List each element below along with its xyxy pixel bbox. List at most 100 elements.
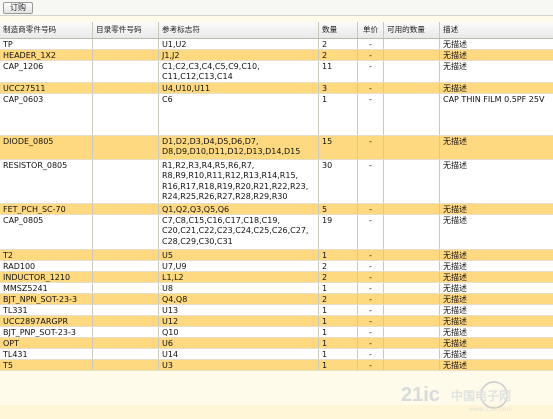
- cell-quantity: 1: [319, 305, 358, 315]
- column-header-quantity[interactable]: 数量: [319, 22, 358, 38]
- toolbar: 订购: [0, 0, 553, 16]
- cell-unit-price: -: [358, 305, 384, 315]
- cell-mfr-part: TL331: [0, 305, 93, 315]
- cell-catalog-part: [93, 272, 159, 282]
- cell-mfr-part: BJT_PNP_SOT-23-3: [0, 327, 93, 337]
- cell-reference: U8: [159, 283, 319, 293]
- cell-quantity: 3: [319, 83, 358, 93]
- cell-description: 无描述: [443, 216, 467, 225]
- cell-mfr-part: RAD100: [0, 261, 93, 271]
- cell-available: [384, 50, 440, 60]
- column-header-reference[interactable]: 参考标志符: [159, 22, 319, 38]
- table-row[interactable]: BJT_PNP_SOT-23-3 Q10 1- 无描述: [0, 327, 553, 338]
- column-header-description[interactable]: 描述: [440, 22, 553, 38]
- cell-quantity: 2: [319, 50, 358, 60]
- cell-unit-price: -: [358, 50, 384, 60]
- cell-quantity: 1: [319, 338, 358, 348]
- cell-unit-price: -: [358, 39, 384, 49]
- cell-description: 无描述: [443, 284, 467, 293]
- table-row[interactable]: INDUCTOR_1210 L1,L2 2- 无描述: [0, 272, 553, 283]
- cell-quantity: 1: [319, 327, 358, 337]
- table-row[interactable]: RAD100 U7,U9 2- 无描述: [0, 261, 553, 272]
- table-row[interactable]: T2 U5 1- 无描述: [0, 250, 553, 261]
- cell-quantity: 2: [319, 272, 358, 282]
- cell-mfr-part: FET_PCH_SC-70: [0, 204, 93, 214]
- cell-quantity: 2: [319, 39, 358, 49]
- table-row[interactable]: MMSZ5241 U8 1- 无描述: [0, 283, 553, 294]
- cell-mfr-part: UCC2897ARGPR: [0, 316, 93, 326]
- cell-available: [384, 94, 440, 135]
- table-row[interactable]: BJT_NPN_SOT-23-3 Q4,Q8 2- 无描述: [0, 294, 553, 305]
- cell-reference: U3: [159, 360, 319, 370]
- column-header-mfr-part[interactable]: 制造商零件号码: [0, 22, 93, 38]
- table-row[interactable]: HEADER_1X2 J1,J2 2- 无描述: [0, 50, 553, 61]
- cell-quantity: 1: [319, 360, 358, 370]
- order-button[interactable]: 订购: [3, 2, 33, 14]
- cell-reference: L1,L2: [159, 272, 319, 282]
- cell-mfr-part: RESISTOR_0805: [0, 160, 93, 203]
- cell-catalog-part: [93, 261, 159, 271]
- cell-catalog-part: [93, 50, 159, 60]
- cell-unit-price: -: [358, 215, 384, 249]
- cell-description: 无描述: [443, 361, 467, 370]
- table-row[interactable]: FET_PCH_SC-70 Q1,Q2,Q3,Q5,Q6 5- 无描述: [0, 204, 553, 215]
- cell-reference: J1,J2: [159, 50, 319, 60]
- table-row[interactable]: T5 U3 1- 无描述: [0, 360, 553, 371]
- cell-available: [384, 283, 440, 293]
- cell-reference: U7,U9: [159, 261, 319, 271]
- cell-reference: U13: [159, 305, 319, 315]
- column-header-catalog-part[interactable]: 目录零件号码: [93, 22, 159, 38]
- cell-mfr-part: T5: [0, 360, 93, 370]
- table-row[interactable]: CAP_0805 C7,C8,C15,C16,C17,C18,C19, C20,C…: [0, 215, 553, 250]
- cell-available: [384, 61, 440, 82]
- table-row[interactable]: UCC2897ARGPR U12 1- 无描述: [0, 316, 553, 327]
- cell-quantity: 1: [319, 250, 358, 260]
- column-header-unit-price[interactable]: 单价: [358, 22, 384, 38]
- cell-available: [384, 250, 440, 260]
- cell-available: [384, 360, 440, 370]
- cell-reference: U4,U10,U11: [159, 83, 319, 93]
- table-row[interactable]: TL331 U13 1- 无描述: [0, 305, 553, 316]
- table-row[interactable]: DIODE_0805 D1,D2,D3,D4,D5,D6,D7, D8,D9,D1…: [0, 136, 553, 160]
- cell-available: [384, 136, 440, 159]
- cell-available: [384, 160, 440, 203]
- cell-description: 无描述: [443, 306, 467, 315]
- cell-description: 无描述: [443, 62, 467, 71]
- table-row[interactable]: TP U1,U2 2- 无描述: [0, 39, 553, 50]
- cell-catalog-part: [93, 294, 159, 304]
- cell-catalog-part: [93, 316, 159, 326]
- cell-reference: C6: [159, 94, 319, 135]
- table-row[interactable]: RESISTOR_0805 R1,R2,R3,R4,R5,R6,R7, R8,R9…: [0, 160, 553, 204]
- cell-quantity: 30: [319, 160, 358, 203]
- cell-unit-price: -: [358, 283, 384, 293]
- cell-mfr-part: CAP_0603: [0, 94, 93, 135]
- cell-unit-price: -: [358, 338, 384, 348]
- cell-quantity: 15: [319, 136, 358, 159]
- cell-unit-price: -: [358, 261, 384, 271]
- cell-catalog-part: [93, 61, 159, 82]
- table-row[interactable]: TL431 U14 1- 无描述: [0, 349, 553, 360]
- table-row[interactable]: UCC27511 U4,U10,U11 3- 无描述: [0, 83, 553, 94]
- table-row[interactable]: OPT U6 1- 无描述: [0, 338, 553, 349]
- cell-catalog-part: [93, 349, 159, 359]
- cell-mfr-part: TL431: [0, 349, 93, 359]
- cell-mfr-part: DIODE_0805: [0, 136, 93, 159]
- cell-available: [384, 83, 440, 93]
- svg-text:21ic: 21ic: [401, 384, 440, 406]
- column-header-available[interactable]: 可用的数量: [384, 22, 440, 38]
- cell-catalog-part: [93, 250, 159, 260]
- cell-reference: Q10: [159, 327, 319, 337]
- table-row[interactable]: CAP_0603 C6 1- CAP THIN FILM 0.5PF 25V: [0, 94, 553, 136]
- cell-quantity: 1: [319, 283, 358, 293]
- cell-description: 无描述: [443, 273, 467, 282]
- cell-quantity: 11: [319, 61, 358, 82]
- cell-catalog-part: [93, 283, 159, 293]
- table-row[interactable]: CAP_1206 C1,C2,C3,C4,C5,C9,C10, C11,C12,C…: [0, 61, 553, 83]
- cell-description: 无描述: [443, 161, 467, 170]
- cell-description: 无描述: [443, 339, 467, 348]
- cell-description: CAP THIN FILM 0.5PF 25V: [443, 95, 545, 104]
- cell-unit-price: -: [358, 94, 384, 135]
- cell-available: [384, 204, 440, 214]
- cell-reference: D1,D2,D3,D4,D5,D6,D7, D8,D9,D10,D11,D12,…: [159, 136, 319, 159]
- cell-description: 无描述: [443, 350, 467, 359]
